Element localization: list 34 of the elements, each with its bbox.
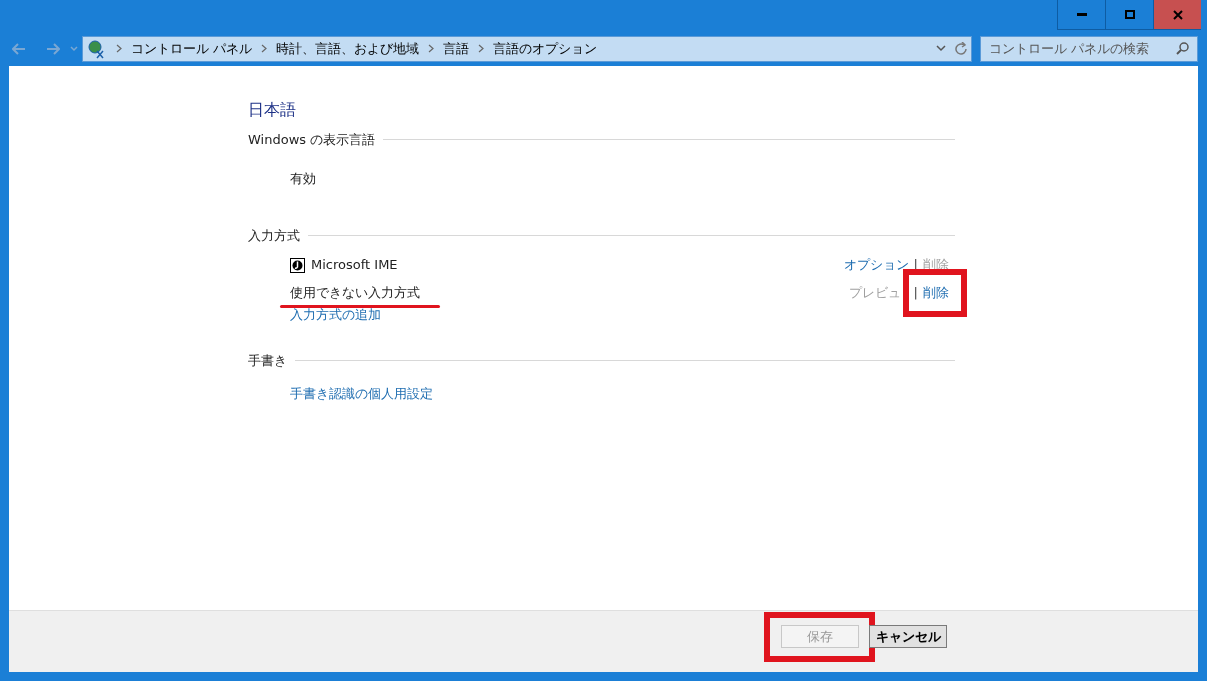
status-text: 有効 <box>290 169 317 188</box>
action-link[interactable]: オプション <box>843 255 909 275</box>
section-heading: Windows の表示言語 <box>248 131 376 149</box>
breadcrumb-separator-icon <box>478 44 485 53</box>
breadcrumb-separator-icon <box>116 44 122 53</box>
dropdown-caret-icon[interactable] <box>936 45 946 52</box>
input-method-name: 使用できない入力方式 <box>290 283 420 303</box>
breadcrumb-separator-icon <box>261 44 268 53</box>
input-method-name: Microsoft IME <box>311 256 398 275</box>
section-heading: 手書き <box>248 351 287 370</box>
address-bar[interactable]: コントロール パネル 時計、言語、および地域 言語 言語のオプション <box>82 35 972 62</box>
link[interactable]: 入力方式の追加 <box>290 305 381 325</box>
link[interactable]: 手書き認識の個人用設定 <box>290 376 433 404</box>
link-separator: | <box>913 284 918 303</box>
search-input: コントロール パネルの検索 <box>989 38 1176 59</box>
section-heading: 入力方式 <box>248 226 300 245</box>
action-link: プレビュ <box>848 284 901 303</box>
dialog-button[interactable]: キャンセル <box>869 625 947 649</box>
breadcrumb-separator-icon <box>428 44 435 53</box>
minimize-icon <box>1076 13 1087 16</box>
refresh-icon[interactable] <box>955 42 967 55</box>
action-link[interactable]: 削除 <box>923 283 949 303</box>
breadcrumb-item[interactable]: コントロール パネル <box>131 38 253 59</box>
search-field[interactable]: コントロール パネルの検索 <box>980 35 1198 62</box>
breadcrumb-item[interactable]: 言語 <box>443 38 470 59</box>
close-button[interactable] <box>1153 0 1201 30</box>
minimize-button[interactable] <box>1057 0 1105 30</box>
ime-icon <box>290 257 305 273</box>
search-icon <box>1176 42 1189 55</box>
breadcrumb-item[interactable]: 言語のオプション <box>493 38 598 59</box>
language-title: 日本語 <box>248 99 297 121</box>
close-icon <box>1172 9 1183 20</box>
maximize-icon <box>1124 10 1135 19</box>
breadcrumb-item[interactable]: 時計、言語、および地域 <box>276 38 420 59</box>
